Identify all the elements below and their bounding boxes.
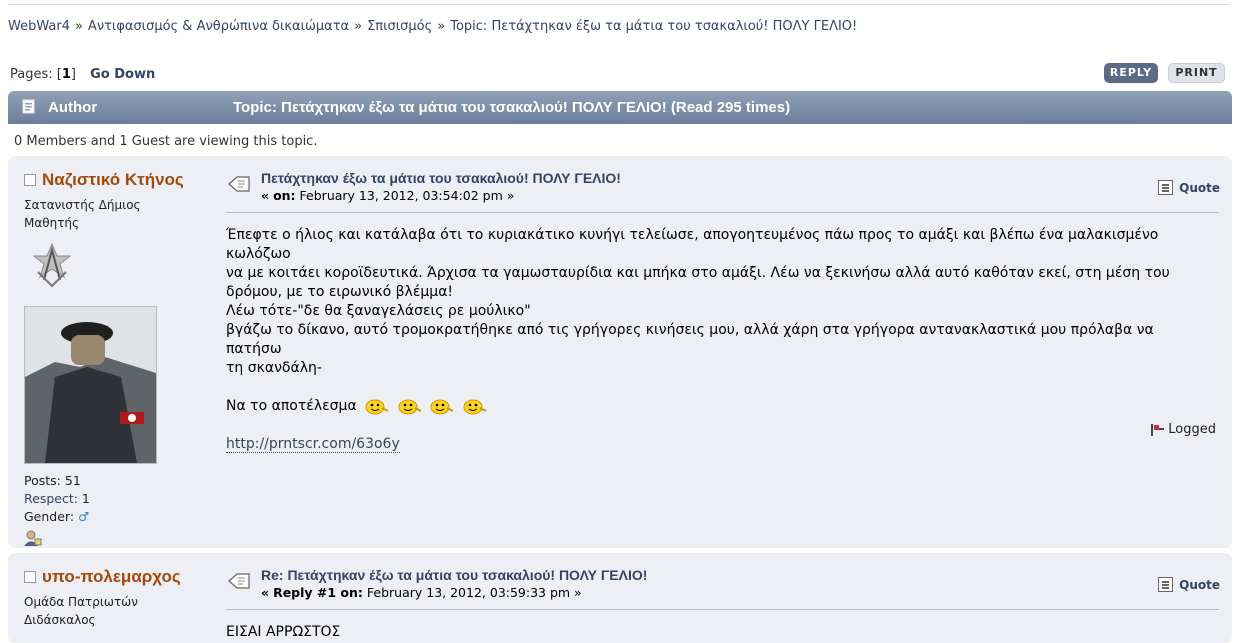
posts-count-row: Posts: 51 <box>24 472 214 490</box>
profile-icon[interactable] <box>23 530 42 547</box>
breadcrumb-board[interactable]: Αντιφασισμός & Ανθρώπινα δικαιώματα <box>88 19 349 34</box>
poster-rank: Μαθητής <box>24 216 80 230</box>
meta-prefix: « <box>261 188 270 203</box>
viewing-status: 0 Members and 1 Guest are viewing this t… <box>14 134 318 149</box>
logged-indicator: Logged <box>1149 422 1216 437</box>
quote-button[interactable]: Quote <box>1158 180 1220 195</box>
quote-icon <box>1158 577 1174 592</box>
breadcrumb: WebWar4 » Αντιφασισμός & Ανθρώπινα δικαιώμ… <box>8 19 857 34</box>
post-subject-block: Re: Πετάχτηκαν έξω τα μάτια του τσακαλιο… <box>261 567 647 600</box>
offline-status-icon <box>24 174 36 186</box>
post-message-icon <box>228 176 250 192</box>
topic-icon <box>22 99 35 114</box>
result-text: Να το αποτέλεσμα <box>226 398 357 414</box>
respect-value: 1 <box>81 491 90 506</box>
current-page: 1 <box>61 67 71 82</box>
quote-label: Quote <box>1179 577 1220 592</box>
breadcrumb-separator: » <box>74 19 83 34</box>
post-body: Έπεφτε ο ήλιος και κατάλαβα ότι το κυρια… <box>226 226 1212 454</box>
topic-header-bar: Author Topic: Πετάχτηκαν έξω τα μάτια το… <box>8 91 1232 124</box>
meta-prefix: « <box>261 585 270 600</box>
post-text-line: δρόμου, με το ειρωνικό βλέμμα! <box>226 284 454 300</box>
logged-ip-icon <box>1151 423 1165 436</box>
post: υπο-πολεμαρχος Ομάδα Πατριωτών Διδάσκαλο… <box>8 553 1232 643</box>
breadcrumb-separator: » <box>437 19 446 34</box>
quote-icon <box>1158 180 1174 195</box>
breadcrumb-home[interactable]: WebWar4 <box>8 19 70 34</box>
pages-label: Pages: [ <box>10 67 62 82</box>
pagination: Pages: [1] Go Down <box>10 67 155 82</box>
post-meta: « Reply #1 on: February 13, 2012, 03:59:… <box>261 585 647 600</box>
meta-reply-label: Reply #1 on: <box>273 585 363 600</box>
poster-custom-title: Σατανιστής Δήμιος <box>24 198 141 212</box>
author-column-header: Author <box>48 99 98 116</box>
post-subject-link[interactable]: Πετάχτηκαν έξω τα μάτια του τσακαλιού! Π… <box>261 170 621 186</box>
poster-stats: Posts: 51 Respect: 1 Gender: ♂ <box>24 472 214 526</box>
meta-on-label: on: <box>273 188 296 203</box>
post-body: ΕΙΣΑΙ ΑΡΡΩΣΤΟΣ <box>226 623 1212 642</box>
logged-label: Logged <box>1168 422 1216 437</box>
post-divider <box>226 609 1219 610</box>
smiley-icon <box>398 399 422 414</box>
post-text-line: βγάζω το δίκανο, αυτό τρομοκρατήθηκε από… <box>226 322 1154 357</box>
poster-name-row: Ναζιστικό Κτήνος <box>24 170 214 190</box>
rank-star-icon <box>32 242 72 288</box>
quote-label: Quote <box>1179 180 1220 195</box>
post-message-icon <box>228 573 250 589</box>
post-date: February 13, 2012, 03:59:33 pm » <box>366 585 582 600</box>
print-button[interactable]: PRINT <box>1168 63 1225 83</box>
result-line: Να το αποτέλεσμα <box>226 397 1212 416</box>
quote-button[interactable]: Quote <box>1158 577 1220 592</box>
post-meta: « on: February 13, 2012, 03:54:02 pm » <box>261 188 621 203</box>
respect-row: Respect: 1 <box>24 490 214 508</box>
breadcrumb-subboard[interactable]: Σπισισμός <box>367 19 432 34</box>
breadcrumb-separator: » <box>354 19 363 34</box>
poster-name-link[interactable]: υπο-πολεμαρχος <box>42 567 181 587</box>
posts-count: 51 <box>64 473 81 488</box>
post-divider <box>226 212 1219 213</box>
top-divider <box>8 4 1230 5</box>
post-subject-block: Πετάχτηκαν έξω τα μάτια του τσακαλιού! Π… <box>261 170 621 203</box>
poster-titles: Σατανιστής Δήμιος Μαθητής <box>24 196 214 232</box>
poster-titles: Ομάδα Πατριωτών Διδάσκαλος <box>24 593 214 629</box>
go-down-link[interactable]: Go Down <box>90 67 155 82</box>
post-external-link[interactable]: http://prntscr.com/63o6y <box>226 436 400 453</box>
poster-custom-title: Ομάδα Πατριωτών <box>24 595 138 609</box>
poster-rank: Διδάσκαλος <box>24 613 96 627</box>
smiley-icon <box>430 399 454 414</box>
posts-label: Posts: <box>24 473 61 488</box>
post-text-line: ΕΙΣΑΙ ΑΡΡΩΣΤΟΣ <box>226 624 341 640</box>
pages-close: ] <box>70 67 76 82</box>
poster-info: Ναζιστικό Κτήνος Σατανιστής Δήμιος Μαθητ… <box>23 170 214 550</box>
gender-label: Gender: <box>24 509 75 524</box>
post-subject-link[interactable]: Re: Πετάχτηκαν έξω τα μάτια του τσακαλιο… <box>261 567 647 583</box>
post-text-line: τη σκανδάλη- <box>226 360 322 376</box>
poster-info: υπο-πολεμαρχος Ομάδα Πατριωτών Διδάσκαλο… <box>24 567 214 629</box>
smiley-icon <box>463 399 486 414</box>
poster-name-row: υπο-πολεμαρχος <box>24 567 214 587</box>
post: Ναζιστικό Κτήνος Σατανιστής Δήμιος Μαθητ… <box>8 156 1232 548</box>
gender-row: Gender: ♂ <box>24 508 214 526</box>
avatar <box>24 306 157 464</box>
post-text-line: να με κοιτάει κοροϊδευτικά. Άρχισα τα γα… <box>226 265 1170 281</box>
offline-status-icon <box>24 571 36 583</box>
post-text-line: Έπεφτε ο ήλιος και κατάλαβα ότι το κυρια… <box>226 227 1159 262</box>
poster-name-link[interactable]: Ναζιστικό Κτήνος <box>42 170 184 190</box>
reply-button[interactable]: REPLY <box>1104 63 1158 83</box>
post-link-row: http://prntscr.com/63o6y <box>226 435 1212 454</box>
male-gender-icon: ♂ <box>78 509 90 524</box>
avatar-figure-icon <box>25 307 156 463</box>
smiley-icon <box>365 399 389 414</box>
topic-title: Topic: Πετάχτηκαν έξω τα μάτια του τσακα… <box>233 99 791 116</box>
post-text-line: Λέω τότε-"δε θα ξαναγελάσεις ρε μούλικο" <box>226 303 531 319</box>
post-date: February 13, 2012, 03:54:02 pm » <box>299 188 515 203</box>
respect-link[interactable]: Respect: <box>24 491 78 506</box>
breadcrumb-current-topic[interactable]: Topic: Πετάχτηκαν έξω τα μάτια του τσακα… <box>450 19 857 34</box>
